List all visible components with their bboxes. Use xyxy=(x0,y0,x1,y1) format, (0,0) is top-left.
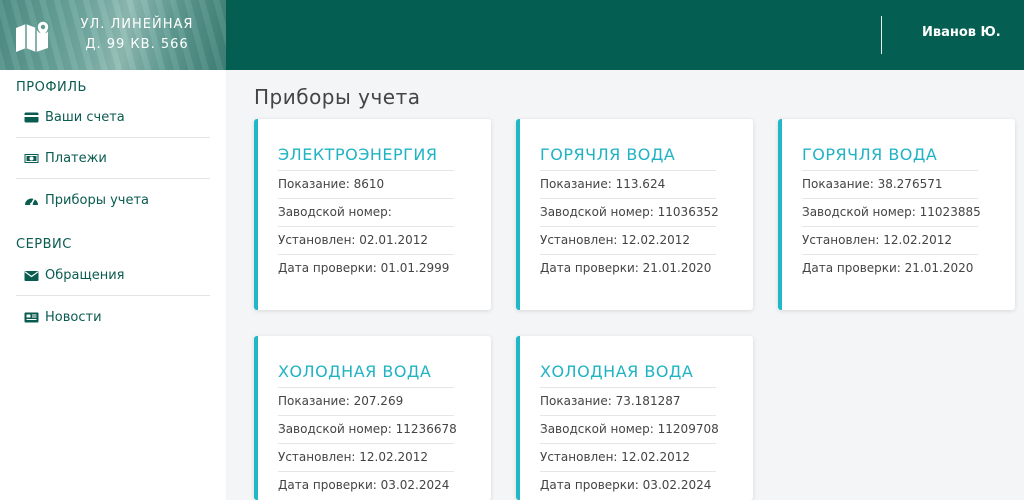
meter-title: ЭЛЕКТРОЭНЕРГИЯ xyxy=(278,145,438,164)
meter-title: ХОЛОДНАЯ ВОДА xyxy=(278,362,432,381)
meter-card-hot-water-2[interactable]: ГОРЯЧЛЯ ВОДА Показание: 38.276571 Заводс… xyxy=(778,119,1015,310)
address-street: УЛ. ЛИНЕЙНАЯ xyxy=(80,17,194,32)
money-icon xyxy=(24,154,39,163)
envelope-icon xyxy=(24,271,39,281)
section-title-service: СЕРВИС xyxy=(16,237,72,252)
meter-serial: Заводской номер: xyxy=(278,198,454,226)
address-panel[interactable]: УЛ. ЛИНЕЙНАЯ Д. 99 КВ. 566 xyxy=(0,0,226,70)
meter-checked: Дата проверки: 01.01.2999 xyxy=(278,254,454,282)
meter-card-cold-water-1[interactable]: ХОЛОДНАЯ ВОДА Показание: 207.269 Заводск… xyxy=(254,336,491,500)
sidebar-item-news[interactable]: Новости xyxy=(16,297,210,337)
meter-card-hot-water-1[interactable]: ГОРЯЧЛЯ ВОДА Показание: 113.624 Заводско… xyxy=(516,119,753,310)
map-icon xyxy=(16,20,50,52)
meter-checked: Дата проверки: 03.02.2024 xyxy=(540,471,716,499)
meter-serial: Заводской номер: 11036352 xyxy=(540,198,719,226)
meter-reading: Показание: 207.269 xyxy=(278,387,454,415)
sidebar: ПРОФИЛЬ Ваши счета Платежи Приборы учета… xyxy=(0,70,226,500)
top-header: УЛ. ЛИНЕЙНАЯ Д. 99 КВ. 566 Иванов Ю. xyxy=(0,0,1024,70)
address-text: УЛ. ЛИНЕЙНАЯ Д. 99 КВ. 566 xyxy=(62,15,212,55)
header-divider xyxy=(881,16,882,54)
sidebar-item-accounts[interactable]: Ваши счета xyxy=(16,98,210,138)
sidebar-item-label: Ваши счета xyxy=(45,110,125,125)
sidebar-item-requests[interactable]: Обращения xyxy=(16,256,210,296)
meter-serial: Заводской номер: 11209708 xyxy=(540,415,719,443)
sidebar-item-label: Новости xyxy=(45,309,102,325)
credit-card-icon xyxy=(24,112,39,123)
meter-installed: Установлен: 12.02.2012 xyxy=(540,226,716,254)
meter-serial: Заводской номер: 11023885 xyxy=(802,198,981,226)
user-name[interactable]: Иванов Ю. xyxy=(922,25,1001,40)
meter-checked: Дата проверки: 21.01.2020 xyxy=(802,254,978,282)
page-title: Приборы учета xyxy=(254,85,421,109)
sidebar-item-label: Приборы учета xyxy=(45,192,150,208)
newspaper-icon xyxy=(24,312,39,322)
meter-reading: Показание: 38.276571 xyxy=(802,170,978,198)
sidebar-item-label: Обращения xyxy=(45,268,125,283)
meter-reading: Показание: 73.181287 xyxy=(540,387,716,415)
meter-card-electricity[interactable]: ЭЛЕКТРОЭНЕРГИЯ Показание: 8610 Заводской… xyxy=(254,119,491,310)
meter-card-cold-water-2[interactable]: ХОЛОДНАЯ ВОДА Показание: 73.181287 Завод… xyxy=(516,336,753,500)
meter-installed: Установлен: 12.02.2012 xyxy=(278,443,454,471)
gauge-icon xyxy=(25,197,38,205)
meter-checked: Дата проверки: 03.02.2024 xyxy=(278,471,454,499)
meter-title: ГОРЯЧЛЯ ВОДА xyxy=(802,145,938,164)
meter-installed: Установлен: 12.02.2012 xyxy=(540,443,716,471)
section-title-profile: ПРОФИЛЬ xyxy=(16,80,87,95)
meter-installed: Установлен: 02.01.2012 xyxy=(278,226,454,254)
meter-reading: Показание: 113.624 xyxy=(540,170,716,198)
sidebar-item-label: Платежи xyxy=(45,151,107,166)
meter-installed: Установлен: 12.02.2012 xyxy=(802,226,978,254)
meter-serial: Заводской номер: 11236678 xyxy=(278,415,457,443)
meter-title: ХОЛОДНАЯ ВОДА xyxy=(540,362,694,381)
address-apartment: Д. 99 КВ. 566 xyxy=(85,37,189,52)
meter-title: ГОРЯЧЛЯ ВОДА xyxy=(540,145,676,164)
sidebar-item-meters[interactable]: Приборы учета xyxy=(16,180,210,220)
sidebar-item-payments[interactable]: Платежи xyxy=(16,139,210,179)
meter-checked: Дата проверки: 21.01.2020 xyxy=(540,254,716,282)
meter-reading: Показание: 8610 xyxy=(278,170,454,198)
